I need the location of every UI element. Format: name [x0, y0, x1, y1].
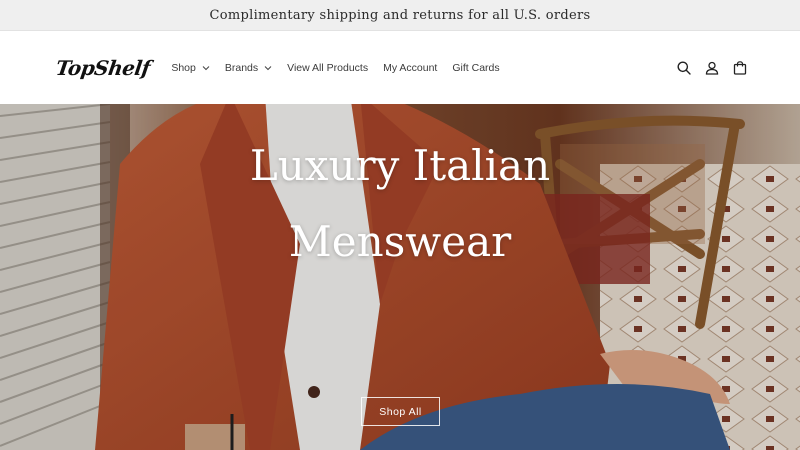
main-nav: Shop Brands View All Products My Account… — [164, 62, 507, 74]
announcement-bar: Complimentary shipping and returns for a… — [0, 0, 800, 31]
cart-icon[interactable] — [732, 60, 748, 76]
nav-gift-cards-label: Gift Cards — [452, 61, 500, 74]
nav-my-account[interactable]: My Account — [383, 62, 437, 74]
nav-shop[interactable]: Shop — [171, 62, 210, 74]
nav-brands-label: Brands — [224, 61, 259, 74]
nav-my-account-label: My Account — [383, 61, 438, 74]
nav-shop-label: Shop — [171, 61, 196, 74]
chevron-down-icon — [202, 65, 210, 70]
logo[interactable]: TopShelf — [54, 56, 151, 80]
nav-view-all-products[interactable]: View All Products — [287, 62, 368, 74]
hero-title-line2: Menswear — [288, 217, 512, 266]
nav-gift-cards[interactable]: Gift Cards — [452, 62, 499, 74]
chevron-down-icon — [264, 65, 272, 70]
shop-all-button[interactable]: Shop All — [361, 397, 440, 426]
hero-title-line1: Luxury Italian — [249, 141, 551, 190]
site-header: TopShelf Shop Brands View All Products M… — [0, 31, 800, 104]
account-icon[interactable] — [704, 60, 720, 76]
nav-view-all-products-label: View All Products — [287, 61, 369, 74]
nav-brands[interactable]: Brands — [225, 62, 272, 74]
header-icons — [676, 60, 748, 76]
announcement-text: Complimentary shipping and returns for a… — [209, 7, 591, 23]
search-icon[interactable] — [676, 60, 692, 76]
